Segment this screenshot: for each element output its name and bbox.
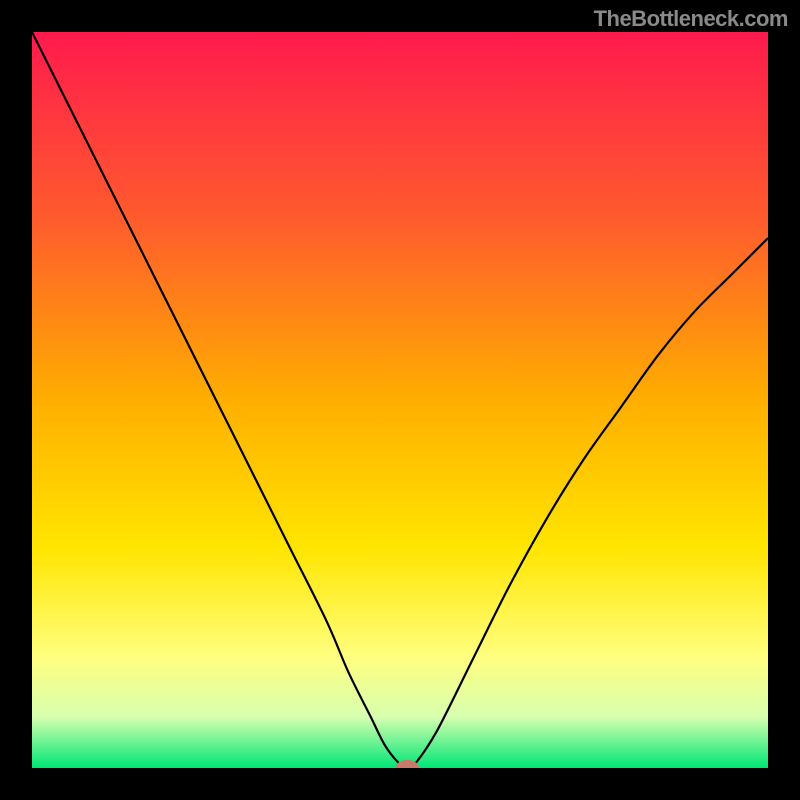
watermark-text: TheBottleneck.com — [594, 6, 788, 32]
chart-background — [32, 32, 768, 768]
plot-area — [32, 32, 768, 768]
chart-svg — [32, 32, 768, 768]
chart-container: TheBottleneck.com — [0, 0, 800, 800]
